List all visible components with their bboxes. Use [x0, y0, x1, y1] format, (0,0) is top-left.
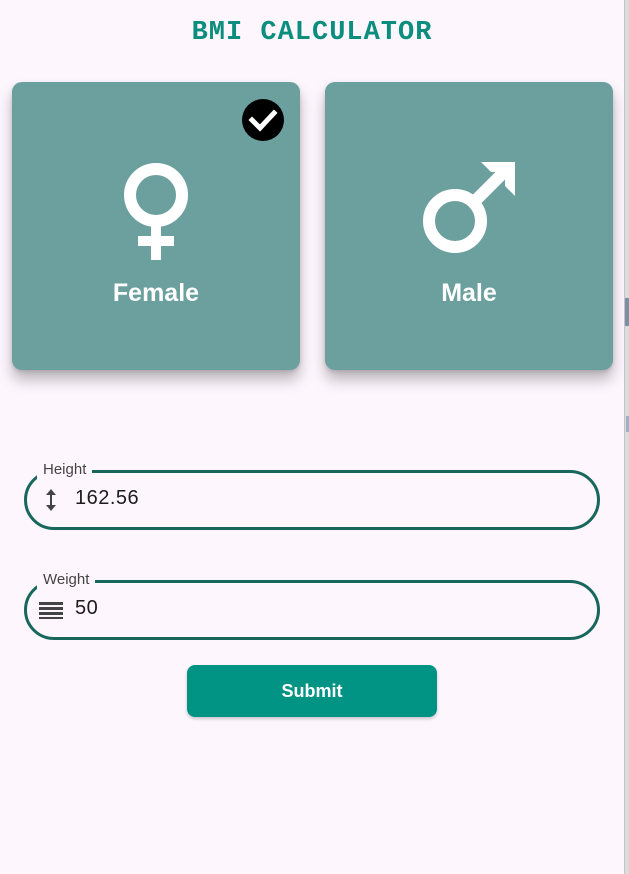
window-edge: [624, 0, 629, 874]
height-field[interactable]: Height 162.56: [24, 461, 600, 530]
scale-lines-icon: [39, 602, 63, 619]
weight-field[interactable]: Weight 50: [24, 571, 600, 640]
height-input[interactable]: 162.56: [75, 487, 139, 510]
check-circle-icon: [242, 99, 284, 141]
gender-card-female[interactable]: Female: [12, 82, 300, 370]
height-field-label: Height: [37, 461, 93, 479]
weight-input[interactable]: 50: [75, 597, 98, 620]
male-symbol-icon: [423, 162, 515, 253]
edge-marker: [625, 298, 629, 326]
gender-label-female: Female: [112, 279, 200, 307]
gender-card-male[interactable]: Male: [325, 82, 613, 370]
page-title: BMI CALCULATOR: [191, 18, 433, 48]
bmi-app: BMI CALCULATOR Female Male Height 162.56: [0, 0, 624, 874]
submit-button[interactable]: Submit: [187, 665, 437, 717]
gender-label-male: Male: [441, 279, 497, 307]
weight-field-label: Weight: [37, 571, 96, 589]
height-arrows-icon: [46, 489, 56, 511]
